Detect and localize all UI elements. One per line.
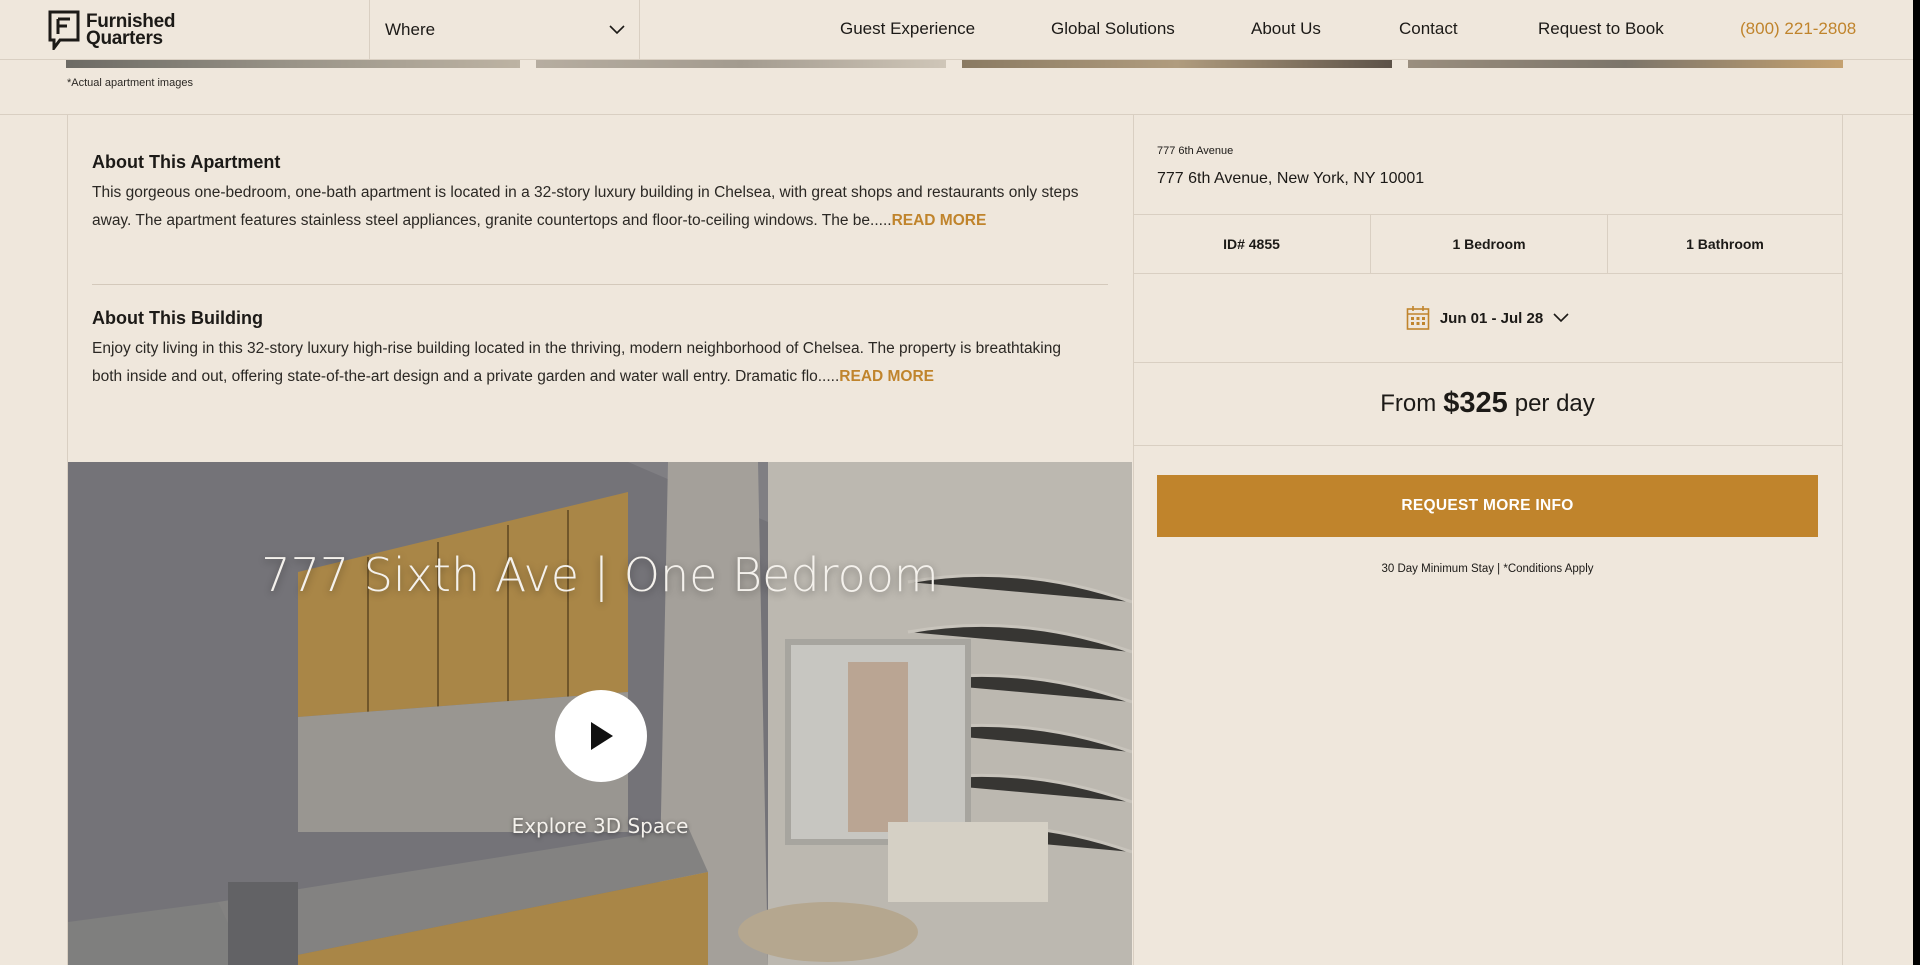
price-amount: $325 [1443, 387, 1508, 419]
play-button[interactable] [555, 690, 647, 782]
min-stay-note: 30 Day Minimum Stay | *Conditions Apply [1381, 563, 1594, 575]
price: From $325 per day [1133, 362, 1842, 445]
chevron-down-icon [1553, 313, 1569, 323]
address-short: 777 6th Avenue [1157, 145, 1234, 157]
about-apartment: About This Apartment This gorgeous one-b… [92, 152, 1092, 235]
calendar-icon [1406, 306, 1430, 330]
logo-line-2: Quarters [86, 28, 163, 49]
video-title: 777 Sixth Ave | One Bedroom [261, 548, 939, 602]
nav-contact[interactable]: Contact [1399, 19, 1458, 39]
where-label: Where [385, 20, 436, 39]
divider [1133, 445, 1842, 446]
virtual-tour-video[interactable]: 777 Sixth Ave | One Bedroom Explore 3D S… [68, 462, 1132, 965]
divider [1842, 114, 1843, 965]
photo-thumb[interactable] [536, 60, 946, 68]
where-dropdown[interactable]: Where [369, 0, 640, 60]
about-building-text: Enjoy city living in this 32-story luxur… [92, 335, 1092, 391]
bedrooms-text: 1 Bedroom [1452, 236, 1526, 252]
photo-thumb[interactable] [962, 60, 1392, 68]
nav-about-us[interactable]: About Us [1251, 19, 1321, 39]
window-edge [1913, 0, 1920, 965]
divider [0, 114, 1913, 115]
request-more-info-button[interactable]: REQUEST MORE INFO [1157, 475, 1818, 537]
about-building-heading: About This Building [92, 308, 263, 328]
photo-thumb[interactable] [66, 60, 520, 68]
explore-3d-label[interactable]: Explore 3D Space [68, 814, 1132, 838]
address-full: 777 6th Avenue, New York, NY 10001 [1157, 170, 1425, 187]
site-header: Furnished Quarters Where Guest Experienc… [0, 0, 1913, 60]
logo-text: Furnished Quarters [86, 12, 175, 49]
logo-icon [48, 10, 80, 50]
about-apartment-text: This gorgeous one-bedroom, one-bath apar… [92, 179, 1092, 235]
chevron-down-icon [609, 25, 625, 35]
nav-global-solutions[interactable]: Global Solutions [1051, 19, 1175, 39]
phone-link[interactable]: (800) 221-2808 [1740, 19, 1856, 39]
bathrooms: 1 Bathroom [1608, 215, 1842, 273]
price-from: From [1380, 389, 1437, 417]
bathrooms-text: 1 Bathroom [1686, 236, 1764, 252]
photo-strip [66, 60, 1843, 68]
section-divider [92, 284, 1108, 285]
photo-note: *Actual apartment images [67, 77, 193, 89]
logo[interactable]: Furnished Quarters [48, 10, 175, 50]
about-apartment-heading: About This Apartment [92, 152, 281, 172]
listing-id: ID# 4855 [1133, 215, 1370, 273]
read-more-building[interactable]: READ MORE [839, 368, 934, 385]
price-unit: per day [1514, 389, 1595, 417]
bedrooms: 1 Bedroom [1371, 215, 1607, 273]
about-building: About This Building Enjoy city living in… [92, 308, 1092, 391]
listing-id-text: ID# 4855 [1223, 236, 1280, 252]
date-range-text: Jun 01 - Jul 28 [1439, 309, 1544, 327]
nav-request-to-book[interactable]: Request to Book [1538, 19, 1664, 39]
nav-guest-experience[interactable]: Guest Experience [840, 19, 975, 39]
photo-thumb[interactable] [1408, 60, 1843, 68]
play-icon [591, 722, 613, 750]
date-range-selector[interactable]: Jun 01 - Jul 28 [1133, 274, 1842, 362]
read-more-apartment[interactable]: READ MORE [892, 212, 987, 229]
